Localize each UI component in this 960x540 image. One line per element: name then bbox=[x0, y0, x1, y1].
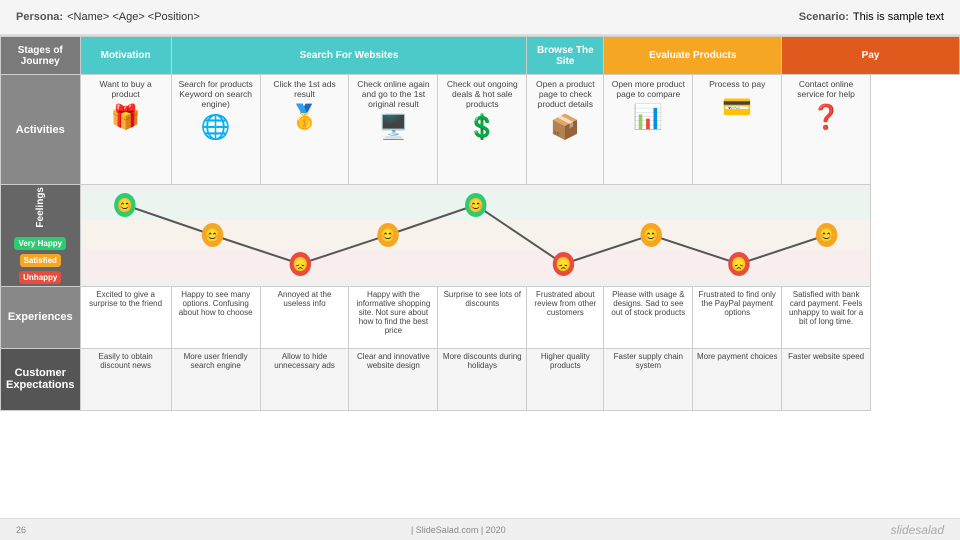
stages-label: Stages of Journey bbox=[1, 37, 81, 75]
expectation-1: More user friendly search engine bbox=[171, 348, 260, 410]
stage-browse: Browse The Site bbox=[527, 37, 604, 75]
experiences-row: Experiences Excited to give a surprise t… bbox=[1, 286, 960, 348]
stage-header-row: Stages of Journey Motivation Search For … bbox=[1, 37, 960, 75]
feelings-row-label: Feelings Very Happy Satisfied Unhappy bbox=[1, 185, 81, 287]
activity-6: Open more product page to compare 📊 bbox=[604, 75, 693, 185]
activity-4: Check out ongoing deals & hot sale produ… bbox=[438, 75, 527, 185]
activity-5: Open a product page to check product det… bbox=[527, 75, 604, 185]
header: Persona: <Name> <Age> <Position> Scenari… bbox=[0, 0, 960, 36]
expectation-3: Clear and innovative website design bbox=[349, 348, 438, 410]
activity-0: Want to buy a product 🎁 bbox=[80, 75, 171, 185]
experience-2: Annoyed at the useless info bbox=[260, 286, 349, 348]
activity-text-4: Check out ongoing deals & hot sale produ… bbox=[442, 79, 522, 109]
persona-label: Persona: bbox=[16, 11, 63, 23]
activity-icon-2: 🥇 bbox=[265, 103, 345, 132]
svg-text:😊: 😊 bbox=[818, 228, 834, 244]
experience-6: Please with usage & designs. Sad to see … bbox=[604, 286, 693, 348]
activities-row: Activities Want to buy a product 🎁 Searc… bbox=[1, 75, 960, 185]
experience-4: Surprise to see lots of discounts bbox=[438, 286, 527, 348]
activity-1: Search for products Keyword on search en… bbox=[171, 75, 260, 185]
activity-8: Contact online service for help ❓ bbox=[782, 75, 871, 185]
activity-text-5: Open a product page to check product det… bbox=[531, 79, 599, 109]
activity-2: Click the 1st ads result 🥇 bbox=[260, 75, 349, 185]
activity-text-6: Open more product page to compare bbox=[608, 79, 688, 99]
feelings-row: Feelings Very Happy Satisfied Unhappy bbox=[1, 185, 960, 287]
svg-text:😞: 😞 bbox=[555, 257, 571, 273]
feelings-chart-cell: 😊 😊 😞 😊 😊 bbox=[80, 185, 871, 287]
scenario-label: Scenario: bbox=[799, 11, 849, 23]
activity-text-1: Search for products Keyword on search en… bbox=[176, 79, 256, 109]
activity-icon-4: 💲 bbox=[442, 113, 522, 142]
activity-icon-6: 📊 bbox=[608, 103, 688, 132]
activities-label: Activities bbox=[1, 75, 81, 185]
experience-7: Frustrated to find only the PayPal payme… bbox=[693, 286, 782, 348]
svg-text:😊: 😊 bbox=[204, 228, 220, 244]
experiences-label: Experiences bbox=[1, 286, 81, 348]
very-happy-badge: Very Happy bbox=[14, 237, 66, 250]
stage-pay: Pay bbox=[782, 37, 960, 75]
brand-name: slidesalad bbox=[891, 523, 944, 537]
expectations-label: Customer Expectations bbox=[1, 348, 81, 410]
activity-text-7: Process to pay bbox=[697, 79, 777, 89]
slide: Persona: <Name> <Age> <Position> Scenari… bbox=[0, 0, 960, 540]
experience-8: Satisfied with bank card payment. Feels … bbox=[782, 286, 871, 348]
scenario-value: This is sample text bbox=[853, 11, 944, 23]
activity-text-2: Click the 1st ads result bbox=[265, 79, 345, 99]
feelings-vertical-label: Feelings bbox=[35, 187, 46, 228]
persona-value: <Name> <Age> <Position> bbox=[67, 11, 200, 23]
svg-text:😊: 😊 bbox=[643, 228, 659, 244]
activity-3: Check online again and go to the 1st ori… bbox=[349, 75, 438, 185]
feelings-line-chart: 😊 😊 😞 😊 😊 bbox=[81, 191, 871, 279]
activity-icon-0: 🎁 bbox=[85, 103, 167, 132]
experience-5: Frustrated about review from other custo… bbox=[527, 286, 604, 348]
expectation-4: More discounts during holidays bbox=[438, 348, 527, 410]
unhappy-badge: Unhappy bbox=[19, 271, 61, 284]
page-number: 26 bbox=[16, 525, 26, 535]
svg-text:😞: 😞 bbox=[292, 257, 308, 273]
activity-icon-3: 🖥️ bbox=[353, 113, 433, 142]
svg-text:😞: 😞 bbox=[731, 257, 747, 273]
activity-icon-5: 📦 bbox=[531, 113, 599, 142]
activity-icon-8: ❓ bbox=[786, 103, 866, 132]
svg-text:😊: 😊 bbox=[380, 228, 396, 244]
expectation-7: More payment choices bbox=[693, 348, 782, 410]
activity-text-8: Contact online service for help bbox=[786, 79, 866, 99]
feelings-badges: Very Happy Satisfied Unhappy bbox=[3, 237, 78, 284]
satisfied-badge: Satisfied bbox=[20, 254, 61, 267]
expectation-8: Faster website speed bbox=[782, 348, 871, 410]
activity-icon-7: 💳 bbox=[697, 93, 777, 122]
experience-1: Happy to see many options. Confusing abo… bbox=[171, 286, 260, 348]
expectations-row: Customer Expectations Easily to obtain d… bbox=[1, 348, 960, 410]
stage-motivation: Motivation bbox=[80, 37, 171, 75]
experience-0: Excited to give a surprise to the friend bbox=[80, 286, 171, 348]
activity-icon-1: 🌐 bbox=[176, 113, 256, 142]
activity-7: Process to pay 💳 bbox=[693, 75, 782, 185]
stage-evaluate: Evaluate Products bbox=[604, 37, 782, 75]
svg-text:😊: 😊 bbox=[467, 198, 483, 214]
activity-text-3: Check online again and go to the 1st ori… bbox=[353, 79, 433, 109]
website-text: | SlideSalad.com | 2020 bbox=[411, 525, 506, 535]
footer: 26 | SlideSalad.com | 2020 slidesalad bbox=[0, 518, 960, 540]
expectation-5: Higher quality products bbox=[527, 348, 604, 410]
expectation-2: Allow to hide unnecessary ads bbox=[260, 348, 349, 410]
expectation-0: Easily to obtain discount news bbox=[80, 348, 171, 410]
expectation-6: Faster supply chain system bbox=[604, 348, 693, 410]
activity-text-0: Want to buy a product bbox=[85, 79, 167, 99]
stage-search: Search For Websites bbox=[171, 37, 527, 75]
svg-text:😊: 😊 bbox=[117, 198, 133, 214]
experience-3: Happy with the informative shopping site… bbox=[349, 286, 438, 348]
